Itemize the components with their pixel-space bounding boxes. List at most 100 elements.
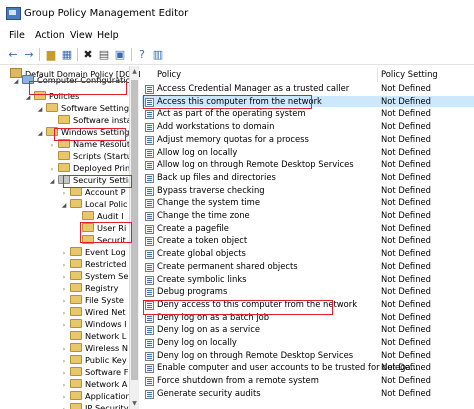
policy-row[interactable]: Allow log on locally Not Defined: [142, 147, 474, 158]
back-arrow-icon[interactable]: ←: [6, 48, 20, 61]
policy-row[interactable]: Bypass traverse checking Not Defined: [142, 185, 474, 196]
policy-icon: [145, 377, 154, 387]
tree-item[interactable]: Network L: [60, 330, 126, 342]
column-divider[interactable]: [377, 68, 378, 82]
expand-chevron-icon[interactable]: ◢: [36, 104, 44, 116]
policy-name: Back up files and directories: [157, 171, 276, 182]
tree-item[interactable]: › Public Key: [60, 354, 127, 366]
tree-item[interactable]: › Wired Net: [60, 306, 126, 318]
policy-row[interactable]: Deny log on through Remote Desktop Servi…: [142, 350, 474, 361]
scroll-up-icon[interactable]: ▲: [130, 68, 139, 75]
tree-item[interactable]: ◢ Security Settin: [48, 174, 133, 186]
tree-item-label: User Ri: [97, 223, 127, 233]
column-header-policy-setting[interactable]: Policy Setting: [381, 69, 438, 81]
policy-row[interactable]: Generate security audits Not Defined: [142, 388, 474, 399]
up-folder-icon[interactable]: ▆: [44, 48, 58, 61]
window-title: Group Policy Management Editor: [24, 8, 189, 19]
policy-row[interactable]: Create a pagefile Not Defined: [142, 223, 474, 234]
policy-row[interactable]: Act as part of the operating system Not D…: [142, 108, 474, 120]
tree-item-label: Network A: [85, 379, 128, 389]
policy-setting: Not Defined: [381, 210, 431, 220]
policy-row[interactable]: Deny log on as a service Not Defined: [142, 324, 474, 336]
tree-item[interactable]: › Account P: [60, 186, 126, 198]
policy-row[interactable]: Deny log on as a batch job Not Defined: [142, 312, 474, 323]
policy-row[interactable]: Create symbolic links Not Defined: [142, 274, 474, 285]
tree-item[interactable]: › IP Security: [60, 402, 129, 409]
policy-row[interactable]: Deny log on locally Not Defined: [142, 337, 474, 348]
policy-row[interactable]: Create permanent shared objects Not Defin…: [142, 261, 474, 272]
policy-icon: [145, 161, 154, 171]
policy-row[interactable]: Back up files and directories Not Defined: [142, 172, 474, 183]
tree-item[interactable]: Software insta: [48, 114, 132, 126]
policy-row[interactable]: Debug programs Not Defined: [142, 286, 474, 298]
policy-row[interactable]: Enable computer and user accounts to be …: [142, 362, 474, 374]
tree-item[interactable]: › Event Log: [60, 246, 126, 258]
policy-setting: Not Defined: [381, 375, 431, 386]
tree-item[interactable]: › Application: [60, 390, 131, 402]
tree-item[interactable]: Scripts (Startu: [48, 150, 132, 162]
tree-item[interactable]: › System Se: [60, 270, 128, 282]
tree-item-label: IP Security: [85, 403, 129, 409]
menu-view[interactable]: View: [70, 30, 93, 41]
folder-icon: [70, 283, 82, 292]
policy-row[interactable]: Add workstations to domain Not Defined: [142, 121, 474, 133]
policy-row[interactable]: Create global objects Not Defined: [142, 248, 474, 260]
policy-icon: [145, 275, 154, 285]
policy-icon: [145, 262, 154, 272]
expand-chevron-icon[interactable]: ◢: [60, 200, 68, 212]
policy-name: Access this computer from the network: [157, 95, 322, 106]
policy-row[interactable]: Access this computer from the network Not…: [142, 95, 474, 107]
column-header-policy[interactable]: Policy: [157, 69, 181, 81]
policy-row[interactable]: Change the time zone Not Defined: [142, 210, 474, 221]
policy-row[interactable]: Deny access to this computer from the ne…: [142, 299, 474, 310]
policy-row[interactable]: Access Credential Manager as a trusted c…: [142, 83, 474, 94]
expand-chevron-icon[interactable]: ◢: [48, 176, 56, 188]
tree-item[interactable]: › Registry: [60, 282, 119, 294]
scroll-down-icon[interactable]: ▼: [130, 400, 139, 407]
show-hide-tree-icon[interactable]: ▦: [60, 48, 74, 61]
tree-item[interactable]: › Wireless N: [60, 342, 128, 354]
tree-item[interactable]: ◢ Windows Setting: [36, 126, 129, 138]
help-icon[interactable]: ?: [135, 48, 149, 61]
tree-item[interactable]: User Ri: [72, 222, 126, 234]
export-list-icon[interactable]: ▣: [113, 48, 127, 61]
policy-row[interactable]: Allow log on through Remote Desktop Serv…: [142, 159, 474, 171]
forward-arrow-icon[interactable]: →: [22, 48, 36, 61]
tree-scrollbar[interactable]: ▲ ▼: [129, 66, 139, 409]
expand-chevron-icon[interactable]: ◢: [12, 76, 20, 88]
policy-name: Deny log on locally: [157, 337, 237, 347]
tree-item[interactable]: › Windows I: [60, 318, 127, 330]
tree-item[interactable]: › File Syste: [60, 294, 124, 306]
policy-row[interactable]: Adjust memory quotas for a process Not De…: [142, 134, 474, 145]
tree-item[interactable]: › Restricted: [60, 258, 126, 270]
show-console-icon[interactable]: ▥: [151, 48, 165, 61]
policy-row[interactable]: Force shutdown from a remote system Not D…: [142, 375, 474, 387]
tree-item[interactable]: ◢ Computer Configuration: [12, 74, 136, 86]
menu-action[interactable]: Action: [35, 30, 65, 41]
expand-chevron-icon[interactable]: ◢: [24, 92, 32, 104]
policy-row[interactable]: Create a token object Not Defined: [142, 235, 474, 247]
tree-item[interactable]: ◢ Software Settings: [36, 102, 133, 114]
menu-help[interactable]: Help: [97, 30, 119, 41]
properties-icon[interactable]: ▤: [97, 48, 111, 61]
policy-icon: [145, 148, 154, 158]
menu-file[interactable]: File: [9, 30, 25, 41]
scroll-thumb[interactable]: [131, 80, 138, 380]
policy-name: Allow log on through Remote Desktop Serv…: [157, 159, 354, 170]
delete-icon[interactable]: ✖: [81, 48, 95, 61]
tree-item[interactable]: Securit: [72, 234, 126, 246]
policy-row[interactable]: Change the system time Not Defined: [142, 197, 474, 209]
tree-item[interactable]: › Network A: [60, 378, 127, 390]
tree-item-label: Network L: [85, 331, 127, 341]
policy-name: Deny log on as a batch job: [157, 311, 270, 322]
expand-chevron-icon[interactable]: ◢: [36, 128, 44, 140]
tree-item[interactable]: ◢ Policies: [24, 90, 79, 102]
tree-item[interactable]: › Deployed Prin: [48, 162, 130, 174]
tree-item[interactable]: › Software F: [60, 366, 128, 378]
details-pane: Policy Policy Setting Access Credential …: [142, 66, 474, 409]
tree-item[interactable]: ◢ Local Polic: [60, 198, 128, 210]
expand-chevron-icon[interactable]: ›: [60, 404, 68, 409]
folder-icon: [70, 295, 82, 304]
tree-item[interactable]: Audit I: [72, 210, 124, 222]
tree-item[interactable]: › Name Resolut: [48, 138, 130, 150]
